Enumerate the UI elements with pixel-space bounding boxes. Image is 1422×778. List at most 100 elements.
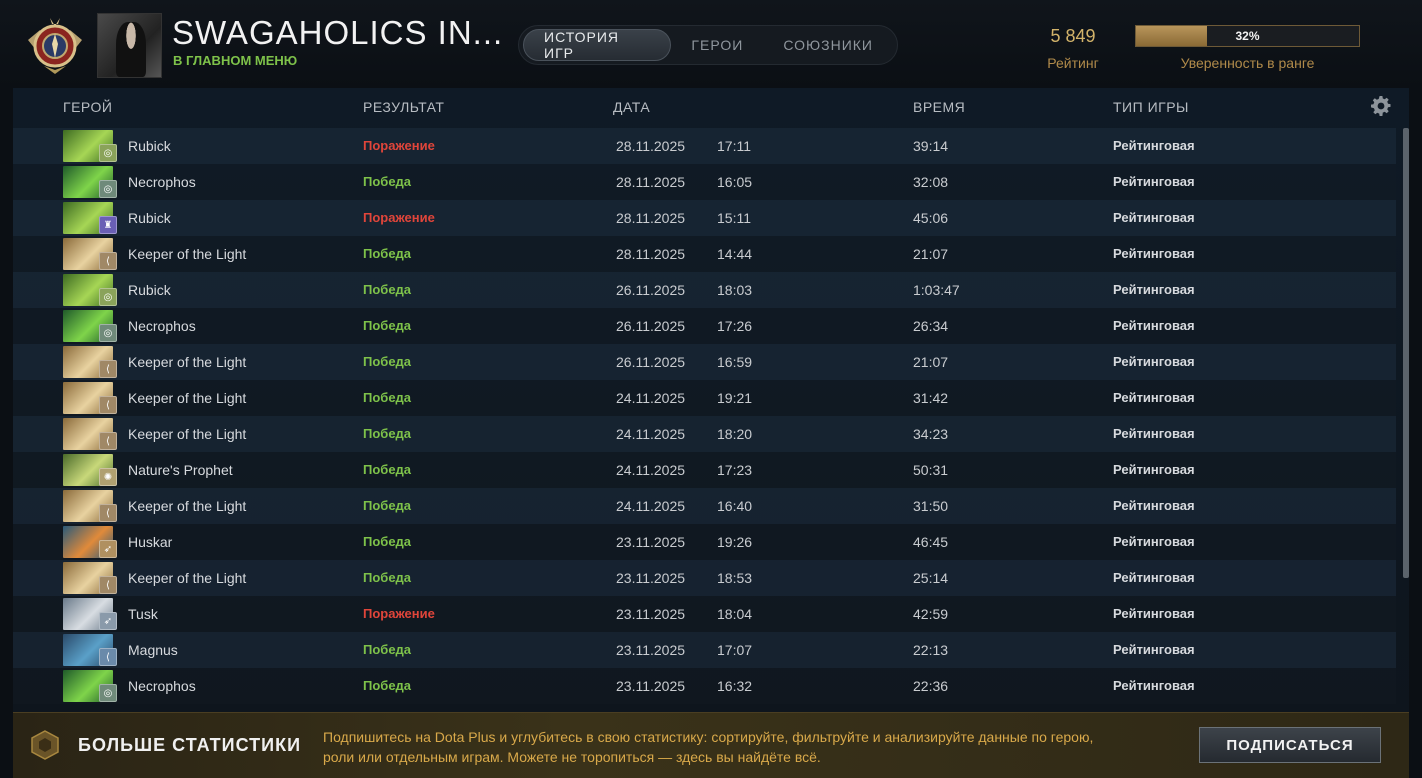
match-date: 23.11.2025 — [616, 570, 686, 586]
game-type: Рейтинговая — [1113, 246, 1195, 261]
match-list: ◎ Rubick Поражение 28.11.2025 17:11 39:1… — [13, 128, 1396, 704]
match-time: 16:59 — [717, 354, 753, 370]
table-row[interactable]: ⟨ Keeper of the Light Победа 24.11.2025 … — [13, 416, 1396, 452]
match-result: Победа — [363, 354, 412, 369]
table-row[interactable]: ➶ Tusk Поражение 23.11.2025 18:04 42:59 … — [13, 596, 1396, 632]
match-time: 18:04 — [717, 606, 753, 622]
match-result: Победа — [363, 426, 412, 441]
rank-medal-icon[interactable] — [22, 12, 88, 78]
table-row[interactable]: ◎ Rubick Поражение 28.11.2025 17:11 39:1… — [13, 128, 1396, 164]
table-row[interactable]: ◎ Necrophos Победа 28.11.2025 16:05 32:0… — [13, 164, 1396, 200]
hero-name: Rubick — [128, 210, 171, 226]
circle-icon: ◎ — [99, 180, 117, 198]
match-date: 23.11.2025 — [616, 606, 686, 622]
match-history-table: ГЕРОЙ РЕЗУЛЬТАТ ДАТА ВРЕМЯ ТИП ИГРЫ ◎ Ru… — [13, 88, 1409, 712]
table-row[interactable]: ⟨ Keeper of the Light Победа 24.11.2025 … — [13, 380, 1396, 416]
profile-header: SWAGAHOLICS IN... В ГЛАВНОМ МЕНЮ ИСТОРИЯ… — [0, 0, 1422, 88]
match-date: 24.11.2025 — [616, 462, 686, 478]
hero-name: Keeper of the Light — [128, 390, 247, 406]
column-header-game-type[interactable]: ТИП ИГРЫ — [1113, 99, 1189, 115]
hero-name: Keeper of the Light — [128, 426, 247, 442]
hero-name: Huskar — [128, 534, 173, 550]
player-name[interactable]: SWAGAHOLICS IN... — [172, 14, 503, 52]
rank-confidence-label: Уверенность в ранге — [1180, 55, 1315, 71]
table-row[interactable]: ⟨ Keeper of the Light Победа 23.11.2025 … — [13, 560, 1396, 596]
match-duration: 42:59 — [913, 606, 949, 622]
banner-text: Подпишитесь на Dota Plus и углубитесь в … — [323, 729, 1094, 765]
match-date: 23.11.2025 — [616, 642, 686, 658]
wing-icon: ⟨ — [99, 648, 117, 666]
scrollbar[interactable] — [1403, 128, 1409, 578]
tab-match-history[interactable]: ИСТОРИЯ ИГР — [523, 29, 672, 61]
match-date: 24.11.2025 — [616, 498, 686, 514]
table-row[interactable]: ♜ Rubick Поражение 28.11.2025 15:11 45:0… — [13, 200, 1396, 236]
hero-name: Necrophos — [128, 318, 196, 334]
wing-icon: ⟨ — [99, 252, 117, 270]
circle-icon: ◎ — [99, 684, 117, 702]
column-header-result[interactable]: РЕЗУЛЬТАТ — [363, 99, 444, 115]
match-result: Победа — [363, 246, 412, 261]
subscribe-button[interactable]: ПОДПИСАТЬСЯ — [1199, 727, 1381, 763]
match-result: Победа — [363, 678, 412, 693]
match-duration: 46:45 — [913, 534, 949, 550]
match-result: Победа — [363, 318, 412, 333]
hero-name: Rubick — [128, 282, 171, 298]
game-type: Рейтинговая — [1113, 570, 1195, 585]
column-header-date[interactable]: ДАТА — [613, 99, 650, 115]
tab-allies[interactable]: СОЮЗНИКИ — [763, 29, 893, 61]
match-duration: 22:13 — [913, 642, 949, 658]
table-row[interactable]: ➶ Huskar Победа 23.11.2025 19:26 46:45 Р… — [13, 524, 1396, 560]
gear-icon[interactable] — [1371, 96, 1391, 116]
table-row[interactable]: ⟨ Keeper of the Light Победа 24.11.2025 … — [13, 488, 1396, 524]
table-row[interactable]: ⟨ Keeper of the Light Победа 28.11.2025 … — [13, 236, 1396, 272]
tab-heroes[interactable]: ГЕРОИ — [671, 29, 763, 61]
match-duration: 31:50 — [913, 498, 949, 514]
match-date: 26.11.2025 — [616, 282, 686, 298]
game-type: Рейтинговая — [1113, 210, 1195, 225]
dota-plus-banner: БОЛЬШЕ СТАТИСТИКИ Подпишитесь на Dota Pl… — [13, 712, 1409, 778]
match-duration: 45:06 — [913, 210, 949, 226]
circle-icon: ◎ — [99, 144, 117, 162]
table-row[interactable]: ⟨ Magnus Победа 23.11.2025 17:07 22:13 Р… — [13, 632, 1396, 668]
match-duration: 1:03:47 — [913, 282, 960, 298]
banner-title: БОЛЬШЕ СТАТИСТИКИ — [78, 735, 302, 755]
match-duration: 21:07 — [913, 354, 949, 370]
hero-name: Magnus — [128, 642, 178, 658]
column-header-duration[interactable]: ВРЕМЯ — [913, 99, 965, 115]
match-time: 14:44 — [717, 246, 753, 262]
column-header-hero[interactable]: ГЕРОЙ — [63, 99, 112, 115]
match-result: Победа — [363, 642, 412, 657]
match-duration: 50:31 — [913, 462, 949, 478]
match-result: Победа — [363, 282, 412, 297]
match-time: 19:26 — [717, 534, 753, 550]
match-time: 17:07 — [717, 642, 753, 658]
match-result: Победа — [363, 498, 412, 513]
match-date: 26.11.2025 — [616, 318, 686, 334]
table-row[interactable]: ◎ Necrophos Победа 23.11.2025 16:32 22:3… — [13, 668, 1396, 704]
table-row[interactable]: ✺ Nature's Prophet Победа 24.11.2025 17:… — [13, 452, 1396, 488]
match-time: 16:40 — [717, 498, 753, 514]
game-type: Рейтинговая — [1113, 138, 1195, 153]
game-type: Рейтинговая — [1113, 282, 1195, 297]
table-row[interactable]: ⟨ Keeper of the Light Победа 26.11.2025 … — [13, 344, 1396, 380]
table-row[interactable]: ◎ Necrophos Победа 26.11.2025 17:26 26:3… — [13, 308, 1396, 344]
avatar[interactable] — [97, 13, 162, 78]
match-result: Победа — [363, 390, 412, 405]
match-result: Победа — [363, 462, 412, 477]
player-status: В ГЛАВНОМ МЕНЮ — [173, 53, 298, 68]
rank-confidence-percent: 32% — [1235, 29, 1260, 43]
hero-name: Necrophos — [128, 174, 196, 190]
wing-icon: ⟨ — [99, 432, 117, 450]
game-type: Рейтинговая — [1113, 318, 1195, 333]
game-type: Рейтинговая — [1113, 462, 1195, 477]
hero-name: Keeper of the Light — [128, 354, 247, 370]
hero-name: Necrophos — [128, 678, 196, 694]
table-row[interactable]: ◎ Rubick Победа 26.11.2025 18:03 1:03:47… — [13, 272, 1396, 308]
match-time: 18:03 — [717, 282, 753, 298]
match-date: 24.11.2025 — [616, 390, 686, 406]
game-type: Рейтинговая — [1113, 174, 1195, 189]
match-date: 28.11.2025 — [616, 246, 686, 262]
match-result: Победа — [363, 534, 412, 549]
game-type: Рейтинговая — [1113, 678, 1195, 693]
match-result: Поражение — [363, 138, 435, 153]
